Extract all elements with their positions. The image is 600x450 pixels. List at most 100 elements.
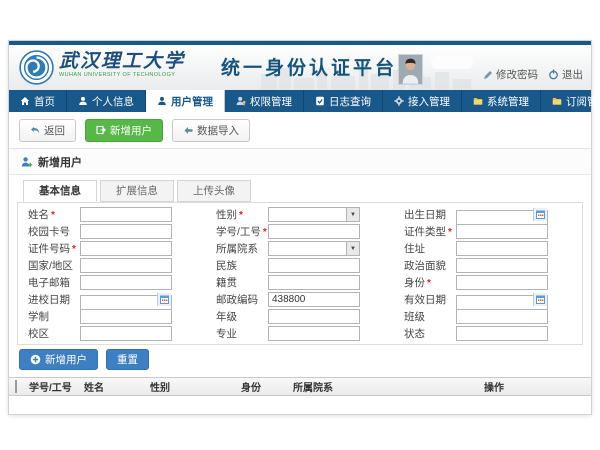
field-label: 校区 [28, 326, 80, 341]
nav-item-system-management[interactable]: 系统管理 [462, 90, 541, 112]
col-student-id: 学号/工号 [29, 379, 84, 394]
postal-code-input[interactable] [268, 292, 360, 307]
nav-item-user-management[interactable]: 用户管理 [146, 90, 225, 112]
form-actions: 新增用户 重置 [9, 345, 591, 374]
add-user-section-icon [21, 156, 33, 168]
field-label: 身份* [404, 275, 456, 290]
form-field-major: 专业 [206, 325, 394, 342]
identity-input[interactable] [456, 275, 548, 290]
section-header: 新增用户 [9, 149, 591, 175]
field-label: 出生日期 [404, 207, 456, 222]
form-field-valid-date: 有效日期 [394, 291, 582, 308]
logout-link[interactable]: 退出 [548, 67, 583, 85]
nav-item-home[interactable]: 首页 [9, 90, 67, 112]
data-import-button[interactable]: 数据导入 [172, 119, 250, 142]
form-field-schooling-length: 学制 [18, 308, 206, 325]
id-type-input[interactable] [456, 224, 548, 239]
form-field-identity: 身份* [394, 274, 582, 291]
avatar[interactable] [398, 54, 423, 85]
gender-select[interactable]: ▼ [268, 207, 360, 222]
col-identity: 身份 [241, 379, 293, 394]
ethnicity-input[interactable] [268, 258, 360, 273]
form-field-campus: 校区 [18, 325, 206, 342]
tab-extended-info[interactable]: 扩展信息 [100, 180, 174, 202]
calendar-icon[interactable] [533, 208, 547, 221]
form-field-id-type: 证件类型* [394, 223, 582, 240]
user-icon [78, 96, 88, 106]
name-input[interactable] [80, 207, 172, 222]
add-user-label: 新增用户 [110, 123, 152, 138]
submit-add-user-button[interactable]: 新增用户 [19, 349, 98, 370]
back-arrow-icon [30, 126, 40, 135]
nav-item-log-query[interactable]: 日志查询 [304, 90, 383, 112]
field-label: 班级 [404, 309, 456, 324]
pencil-icon [483, 70, 493, 80]
campus-input[interactable] [80, 326, 172, 341]
nav-item-access-management[interactable]: 接入管理 [383, 90, 462, 112]
field-label: 政治面貌 [404, 258, 456, 273]
select-all-checkbox[interactable] [15, 380, 17, 393]
calendar-icon[interactable] [533, 293, 547, 306]
major-input[interactable] [268, 326, 360, 341]
add-user-toolbar-button[interactable]: 新增用户 [85, 119, 163, 142]
political-status-input[interactable] [456, 258, 548, 273]
address-input[interactable] [456, 241, 548, 256]
field-label: 所属院系 [216, 241, 268, 256]
field-label: 电子邮箱 [28, 275, 80, 290]
calendar-icon[interactable] [157, 293, 171, 306]
table-header-row: 学号/工号 姓名 性别 身份 所属院系 操作 [9, 378, 591, 396]
native-place-input[interactable] [268, 275, 360, 290]
field-label: 籍贯 [216, 275, 268, 290]
field-label: 证件号码* [28, 241, 80, 256]
nav-label: 接入管理 [408, 94, 450, 109]
nav-label: 用户管理 [171, 94, 213, 109]
import-arrow-icon [183, 126, 193, 135]
form-field-grade: 年级 [206, 308, 394, 325]
submit-label: 新增用户 [45, 352, 87, 367]
back-button[interactable]: 返回 [19, 119, 76, 142]
nav-item-permission-management[interactable]: 权限管理 [225, 90, 304, 112]
form-tabs: 基本信息 扩展信息 上传头像 [9, 175, 591, 202]
tab-basic-info[interactable]: 基本信息 [23, 180, 97, 202]
field-label: 有效日期 [404, 292, 456, 307]
email-input[interactable] [80, 275, 172, 290]
student-id-input[interactable] [268, 224, 360, 239]
form-field-email: 电子邮箱 [18, 274, 206, 291]
form-field-address: 住址 [394, 240, 582, 257]
chevron-down-icon[interactable]: ▼ [346, 208, 359, 221]
nav-item-subscription-management[interactable]: 订阅管理 [541, 90, 600, 112]
col-gender: 性别 [150, 379, 241, 394]
grade-input[interactable] [268, 309, 360, 324]
form-field-department: 所属院系 ▼ [206, 240, 394, 257]
department-select[interactable]: ▼ [268, 241, 360, 256]
gear-icon [394, 96, 404, 106]
nav-item-personal-info[interactable]: 个人信息 [67, 90, 146, 112]
field-label: 年级 [216, 309, 268, 324]
logout-label: 退出 [562, 67, 583, 82]
form-field-class: 班级 [394, 308, 582, 325]
nav-label: 系统管理 [487, 94, 529, 109]
form-field-ethnicity: 民族 [206, 257, 394, 274]
field-label: 学制 [28, 309, 80, 324]
basic-info-form: 姓名* 性别* ▼ 出生日期 校园卡号 学号/工号* 证件类型* [17, 202, 583, 345]
tab-upload-avatar[interactable]: 上传头像 [177, 180, 251, 202]
field-label: 专业 [216, 326, 268, 341]
id-number-input[interactable] [80, 241, 172, 256]
field-label: 校园卡号 [28, 224, 80, 239]
toolbar: 返回 新增用户 数据导入 [9, 112, 591, 149]
reset-button[interactable]: 重置 [106, 349, 149, 370]
status-input[interactable] [456, 326, 548, 341]
country-region-input[interactable] [80, 258, 172, 273]
schooling-length-input[interactable] [80, 309, 172, 324]
table-empty-row [9, 396, 591, 411]
form-field-political-status: 政治面貌 [394, 257, 582, 274]
university-name-cn: 武汉理工大学 [59, 52, 185, 72]
class-input[interactable] [456, 309, 548, 324]
campus-card-input[interactable] [80, 224, 172, 239]
nav-label: 个人信息 [92, 94, 134, 109]
form-field-native-place: 籍贯 [206, 274, 394, 291]
folder-icon [552, 96, 562, 106]
col-department: 所属院系 [293, 379, 484, 394]
change-password-link[interactable]: 修改密码 [483, 67, 538, 85]
chevron-down-icon[interactable]: ▼ [346, 242, 359, 255]
